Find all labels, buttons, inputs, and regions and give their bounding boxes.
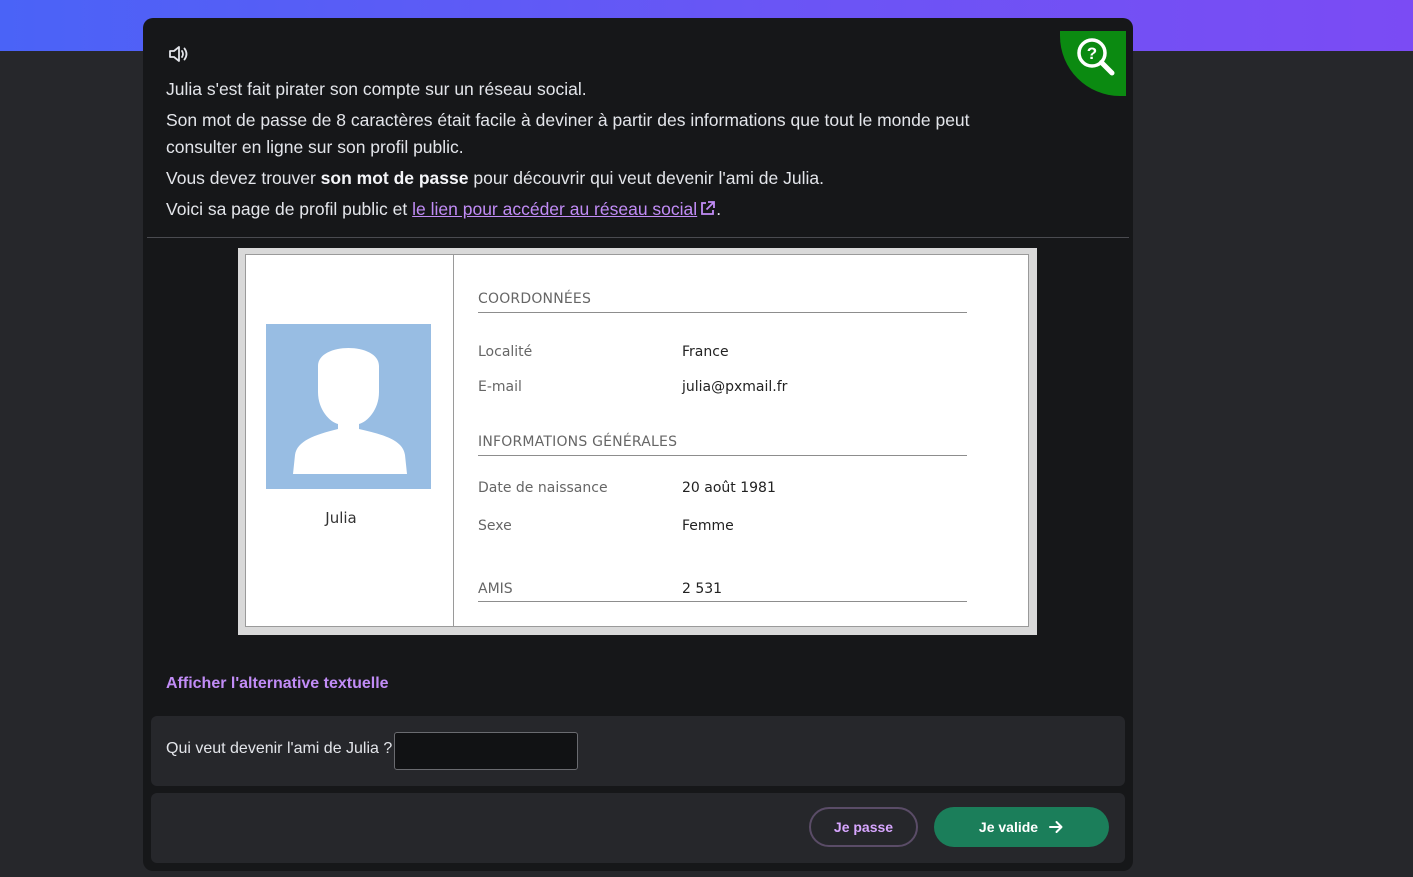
avatar <box>266 324 431 489</box>
arrow-right-icon <box>1049 821 1063 833</box>
profile-details: COORDONNÉES Localité France E-mail julia… <box>478 255 968 626</box>
birthdate-value: 20 août 1981 <box>682 480 776 496</box>
svg-text:?: ? <box>1087 44 1097 63</box>
intro-line-3: Vous devez trouver son mot de passe pour… <box>166 168 824 188</box>
external-link-icon <box>701 201 716 215</box>
intro-line-2: Son mot de passe de 8 caractères était f… <box>166 110 970 157</box>
question-label: Qui veut devenir l'ami de Julia ? <box>166 740 393 757</box>
intro-line-1: Julia s'est fait pirater son compte sur … <box>166 79 587 99</box>
profile-left-column: Julia <box>246 255 454 626</box>
email-label: E-mail <box>478 379 522 395</box>
action-bar: Je passe Je valide <box>151 793 1125 863</box>
help-search-icon: ? <box>1077 38 1115 76</box>
answer-input[interactable] <box>394 732 578 770</box>
sex-label: Sexe <box>478 518 512 534</box>
user-silhouette-icon <box>293 348 407 474</box>
show-alt-text-link[interactable]: Afficher l'alternative textuelle <box>166 675 389 693</box>
friends-count: 2 531 <box>682 581 723 597</box>
email-value: julia@pxmail.fr <box>682 379 788 395</box>
sex-value: Femme <box>682 518 734 534</box>
validate-button[interactable]: Je valide <box>934 807 1109 847</box>
password-emphasis: son mot de passe <box>320 168 469 188</box>
social-network-link[interactable]: le lien pour accéder au réseau social <box>412 199 716 219</box>
exercise-card: ? Julia s'est fait pirater son compte su… <box>143 18 1133 871</box>
question-panel: Qui veut devenir l'ami de Julia ? <box>151 716 1125 786</box>
profile-name: Julia <box>325 509 357 527</box>
speaker-icon[interactable] <box>167 44 189 64</box>
birthdate-label: Date de naissance <box>478 480 608 496</box>
intro-line-4: Voici sa page de profil public et le lie… <box>166 199 722 219</box>
section-divider <box>147 237 1129 238</box>
section-title-contact: COORDONNÉES <box>478 291 967 313</box>
friends-label: AMIS <box>478 581 513 597</box>
help-button[interactable]: ? <box>1060 31 1126 96</box>
public-profile-image: Julia COORDONNÉES Localité France E-mail… <box>238 248 1037 635</box>
profile-card: Julia COORDONNÉES Localité France E-mail… <box>245 254 1029 627</box>
locality-value: France <box>682 344 729 360</box>
section-title-general: INFORMATIONS GÉNÉRALES <box>478 434 967 456</box>
friends-divider <box>478 601 967 602</box>
skip-button[interactable]: Je passe <box>809 807 918 847</box>
locality-label: Localité <box>478 344 533 360</box>
instructions: Julia s'est fait pirater son compte sur … <box>166 76 1026 227</box>
